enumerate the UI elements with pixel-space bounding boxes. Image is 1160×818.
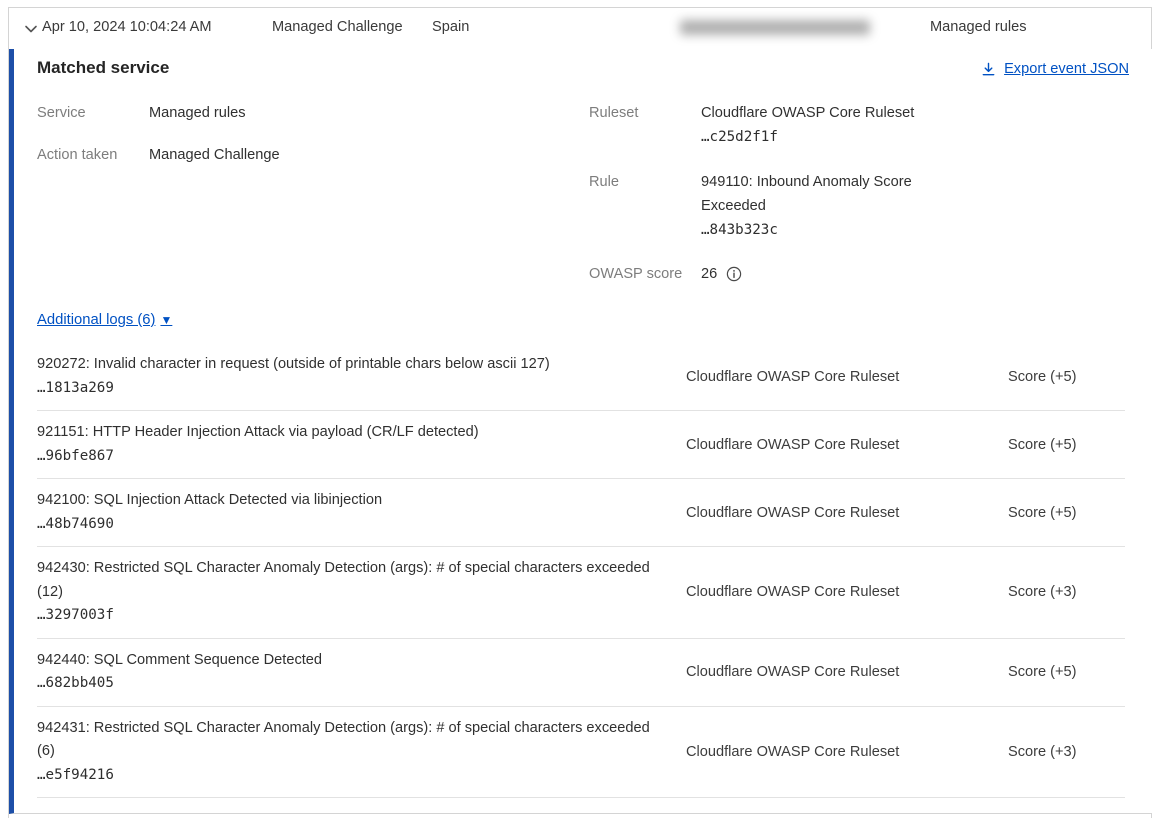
export-event-json-link[interactable]: Export event JSON bbox=[981, 61, 1129, 77]
log-row: 942430: Restricted SQL Character Anomaly… bbox=[37, 547, 1125, 639]
log-description: 942440: SQL Comment Sequence Detected bbox=[37, 649, 652, 673]
field-ruleset-value: Cloudflare OWASP Core Ruleset bbox=[701, 101, 936, 125]
log-description: 942430: Restricted SQL Character Anomaly… bbox=[37, 557, 652, 604]
log-rule-id: …e5f94216 bbox=[37, 764, 652, 788]
log-row: 921151: HTTP Header Injection Attack via… bbox=[37, 411, 1125, 479]
field-rule-label: Rule bbox=[589, 170, 619, 194]
log-score: Score (+3) bbox=[1008, 744, 1125, 760]
log-rule-id: …48b74690 bbox=[37, 513, 652, 537]
redacted-value bbox=[680, 20, 870, 35]
field-ruleset-label: Ruleset bbox=[589, 101, 638, 125]
log-ruleset: Cloudflare OWASP Core Ruleset bbox=[686, 664, 1008, 680]
field-rule-id: …843b323c bbox=[701, 218, 936, 242]
log-row: 942100: SQL Injection Attack Detected vi… bbox=[37, 479, 1125, 547]
log-rule-id: …682bb405 bbox=[37, 672, 652, 696]
log-score: Score (+5) bbox=[1008, 505, 1125, 521]
additional-logs-table: 920272: Invalid character in request (ou… bbox=[37, 343, 1125, 798]
log-ruleset: Cloudflare OWASP Core Ruleset bbox=[686, 584, 1008, 600]
chevron-down-icon[interactable] bbox=[23, 21, 39, 37]
event-country: Spain bbox=[432, 19, 469, 35]
log-rule-id: …3297003f bbox=[37, 604, 652, 628]
log-rule-id: …1813a269 bbox=[37, 377, 652, 401]
additional-logs-toggle[interactable]: Additional logs (6) ▼ bbox=[37, 312, 172, 328]
log-row: 920272: Invalid character in request (ou… bbox=[37, 343, 1125, 411]
log-row: 942440: SQL Comment Sequence Detected …6… bbox=[37, 639, 1125, 707]
log-row: 942431: Restricted SQL Character Anomaly… bbox=[37, 707, 1125, 799]
event-timestamp: Apr 10, 2024 10:04:24 AM bbox=[42, 19, 212, 35]
field-service-label: Service bbox=[37, 101, 86, 125]
firewall-events-table: Apr 10, 2024 10:04:24 AM Managed Challen… bbox=[8, 7, 1152, 818]
page-title: Matched service bbox=[37, 58, 169, 78]
field-owasp-score-label: OWASP score bbox=[589, 262, 682, 286]
log-description: 921151: HTTP Header Injection Attack via… bbox=[37, 421, 652, 445]
log-rule-id: …96bfe867 bbox=[37, 445, 652, 469]
field-action-taken-value: Managed Challenge bbox=[149, 143, 280, 167]
field-owasp-score-value: 26 bbox=[701, 262, 717, 286]
log-score: Score (+5) bbox=[1008, 437, 1125, 453]
log-ruleset: Cloudflare OWASP Core Ruleset bbox=[686, 437, 1008, 453]
event-service: Managed rules bbox=[930, 19, 1027, 35]
field-rule-value: 949110: Inbound Anomaly Score Exceeded bbox=[701, 170, 936, 218]
export-link-label: Export event JSON bbox=[1004, 61, 1129, 77]
log-description: 920272: Invalid character in request (ou… bbox=[37, 353, 652, 377]
log-score: Score (+3) bbox=[1008, 584, 1125, 600]
download-icon bbox=[981, 62, 996, 77]
log-description: 942100: SQL Injection Attack Detected vi… bbox=[37, 489, 652, 513]
event-row[interactable]: Apr 10, 2024 10:04:24 AM Managed Challen… bbox=[9, 8, 1151, 48]
log-score: Score (+5) bbox=[1008, 369, 1125, 385]
caret-down-icon: ▼ bbox=[160, 313, 172, 327]
log-ruleset: Cloudflare OWASP Core Ruleset bbox=[686, 505, 1008, 521]
info-icon[interactable] bbox=[726, 266, 742, 282]
log-ruleset: Cloudflare OWASP Core Ruleset bbox=[686, 369, 1008, 385]
field-action-taken-label: Action taken bbox=[37, 143, 117, 167]
log-description: 942431: Restricted SQL Character Anomaly… bbox=[37, 717, 652, 764]
event-action: Managed Challenge bbox=[272, 19, 403, 35]
log-ruleset: Cloudflare OWASP Core Ruleset bbox=[686, 744, 1008, 760]
field-service-value: Managed rules bbox=[149, 101, 246, 125]
field-ruleset-id: …c25d2f1f bbox=[701, 125, 936, 149]
log-score: Score (+5) bbox=[1008, 664, 1125, 680]
additional-logs-label: Additional logs (6) bbox=[37, 312, 155, 328]
event-detail-panel: Matched service Export event JSON Servic… bbox=[9, 49, 1152, 814]
